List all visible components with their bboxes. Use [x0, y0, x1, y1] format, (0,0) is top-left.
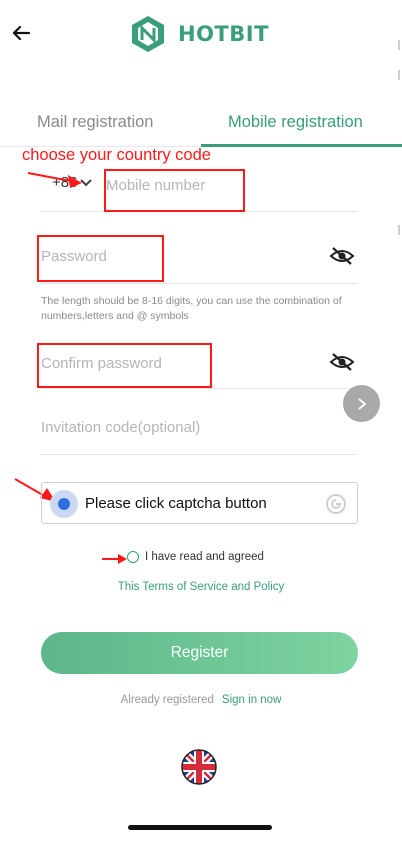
- captcha-logo-icon: [326, 494, 346, 514]
- back-arrow-icon[interactable]: [10, 22, 32, 44]
- captcha-dot-icon: [50, 490, 78, 518]
- confirm-field-underline: [40, 388, 358, 389]
- already-registered-label: Already registered: [120, 694, 214, 706]
- annotation-country-code: choose your country code: [22, 146, 211, 164]
- home-indicator: [128, 825, 272, 830]
- tab-mail-registration[interactable]: Mail registration: [37, 113, 153, 132]
- annotation-box-mobile: [104, 169, 245, 212]
- signin-link[interactable]: Sign in now: [222, 694, 281, 706]
- logo-text: HOTBIT: [178, 22, 269, 46]
- hotbit-logo: HOTBIT: [128, 14, 269, 54]
- edge-mark: [398, 70, 400, 80]
- edge-mark: [398, 225, 400, 235]
- password-hint: The length should be 8-16 digits, you ca…: [41, 295, 342, 322]
- register-button[interactable]: Register: [41, 632, 358, 674]
- agree-radio[interactable]: [127, 551, 139, 563]
- annotation-box-password: [37, 235, 164, 282]
- agree-row[interactable]: I have read and agreed: [127, 551, 264, 563]
- hotbit-logo-icon: [132, 16, 164, 52]
- uk-flag-icon[interactable]: [181, 749, 217, 785]
- signin-row: Already registered Sign in now: [0, 694, 402, 706]
- invitation-field-underline: [40, 454, 358, 455]
- annotation-box-confirm: [37, 343, 212, 388]
- invitation-code-input[interactable]: Invitation code(optional): [41, 419, 200, 436]
- terms-link[interactable]: This Terms of Service and Policy: [0, 581, 402, 593]
- eye-hidden-icon[interactable]: [329, 246, 355, 266]
- tab-mobile-registration[interactable]: Mobile registration: [228, 113, 363, 132]
- next-button[interactable]: [343, 385, 380, 422]
- chevron-right-icon: [357, 397, 366, 410]
- password-field-underline: [40, 283, 358, 284]
- active-tab-indicator: [201, 144, 402, 147]
- eye-hidden-icon[interactable]: [329, 352, 355, 372]
- edge-mark: [398, 40, 400, 50]
- annotation-arrow-icon: [27, 172, 82, 188]
- annotation-arrow-icon: [102, 554, 127, 564]
- captcha-button[interactable]: Please click captcha button: [41, 482, 358, 524]
- agree-label: I have read and agreed: [145, 551, 264, 563]
- captcha-label: Please click captcha button: [85, 495, 267, 512]
